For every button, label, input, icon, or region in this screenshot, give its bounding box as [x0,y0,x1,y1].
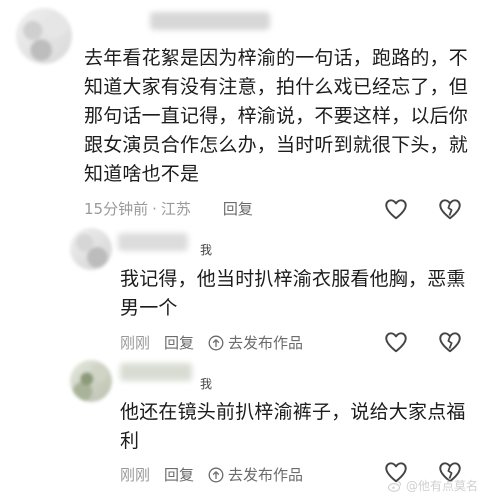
comment-meta: 15分钟前 · 江苏 回复 [84,198,253,219]
meta-separator: · [152,199,157,218]
reply-meta: 刚刚 回复 去发布作品 [120,332,303,353]
reply-time: 刚刚 [120,334,151,352]
reply-button[interactable]: 回复 [164,464,194,485]
reply-button[interactable]: 回复 [164,332,194,353]
post-works-label: 去发布作品 [228,466,304,484]
reply-meta: 刚刚 回复 去发布作品 [120,464,303,485]
weibo-icon [387,480,402,492]
dislike-icon[interactable] [437,196,463,222]
avatar[interactable] [70,228,112,270]
comment-location: 江苏 [160,200,191,218]
reply-text: 我记得，他当时扒梓渝衣服看他胸，恶熏男一个 [120,268,466,319]
author-badge: 我 [200,377,213,391]
upload-circle-icon [208,467,224,482]
avatar[interactable] [70,360,112,402]
post-works-button[interactable]: 去发布作品 [208,332,303,353]
reply-button[interactable]: 回复 [223,198,253,219]
watermark-text: @他有点莫名 [405,479,478,493]
username-blurred[interactable] [150,12,270,30]
comment-text: 去年看花絮是因为梓渝的一句话，跑路的，不知道大家有没有注意，拍什么戏已经忘了，但… [84,47,469,185]
upload-circle-icon [208,335,224,350]
reply-text: 他还在镜头前扒梓渝裤子，说给大家点福利 [120,401,466,452]
username-blurred[interactable] [120,363,192,381]
post-works-button[interactable]: 去发布作品 [208,464,303,485]
comment-time: 15分钟前 [84,200,149,218]
reply-time: 刚刚 [120,466,151,484]
avatar[interactable] [16,8,72,64]
author-badge: 我 [200,243,213,257]
like-icon[interactable] [383,329,409,355]
watermark: @他有点莫名 [387,477,478,494]
like-icon[interactable] [383,196,409,222]
username-blurred[interactable] [118,233,188,251]
post-works-label: 去发布作品 [228,334,304,352]
dislike-icon[interactable] [437,329,463,355]
